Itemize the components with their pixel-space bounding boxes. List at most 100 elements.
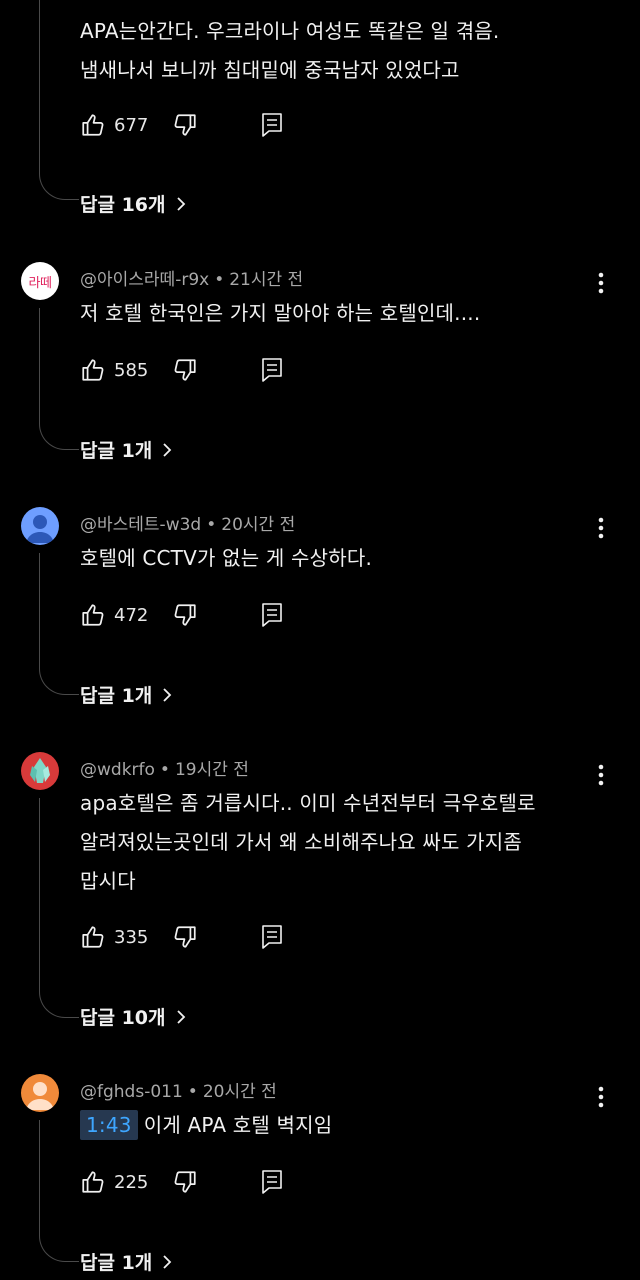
comment-item: APA는안간다. 우크라이나 여성도 똑같은 일 겪음. 냄새나서 보니까 침대…	[0, 0, 640, 230]
thumb-down-icon	[174, 926, 196, 948]
timestamp-link[interactable]: 1:43	[80, 1110, 138, 1140]
view-replies-button[interactable]: 답글 16개	[80, 190, 186, 217]
comment-actions: 335	[80, 922, 284, 952]
dislike-button[interactable]	[172, 924, 198, 950]
like-button[interactable]: 585	[80, 357, 148, 383]
comment-line: apa호텔은 좀 거릅시다.. 이미 수년전부터 극우호텔로	[80, 791, 536, 815]
comment-line: 냄새나서 보니까 침대밑에 중국남자 있었다고	[80, 58, 460, 82]
reply-comment-icon	[262, 1170, 283, 1194]
comment-time: 20시간 전	[221, 515, 296, 535]
avatar[interactable]	[21, 752, 59, 790]
like-count: 677	[114, 114, 149, 136]
more-vert-icon	[598, 272, 604, 294]
comment-time: 19시간 전	[174, 760, 249, 780]
separator-dot: •	[187, 1082, 198, 1102]
comment-text: APA는안간다. 우크라이나 여성도 똑같은 일 겪음. 냄새나서 보니까 침대…	[80, 12, 580, 90]
dislike-button[interactable]	[172, 112, 198, 138]
reply-button[interactable]	[260, 924, 284, 950]
more-vert-icon	[598, 1086, 604, 1108]
replies-label: 답글 1개	[80, 685, 153, 707]
comment-line: 알려져있는곳인데 가서 왜 소비해주나요 싸도 가지좀	[80, 830, 522, 854]
view-replies-button[interactable]: 답글 1개	[80, 436, 172, 463]
thumb-up-icon	[82, 114, 104, 136]
like-count: 335	[114, 926, 149, 948]
dislike-button[interactable]	[172, 602, 198, 628]
comment-line: 호텔에 CCTV가 없는 게 수상하다.	[80, 546, 373, 570]
reply-button[interactable]	[260, 602, 284, 628]
thumb-up-icon	[82, 926, 104, 948]
view-replies-button[interactable]: 답글 1개	[80, 681, 172, 708]
thumb-down-icon	[174, 1171, 196, 1193]
view-replies-button[interactable]: 답글 10개	[80, 1003, 186, 1030]
reply-comment-icon	[262, 603, 283, 627]
dislike-button[interactable]	[172, 1169, 198, 1195]
chevron-right-icon	[176, 196, 185, 211]
like-button[interactable]: 335	[80, 924, 148, 950]
like-button[interactable]: 225	[80, 1169, 148, 1195]
reply-comment-icon	[262, 358, 283, 382]
replies-label: 답글 16개	[80, 194, 166, 216]
like-count: 472	[114, 604, 149, 626]
comment-actions: 585	[80, 355, 284, 385]
default-user-icon	[26, 1082, 54, 1110]
comment-header: @wdkrfo • 19시간 전	[80, 755, 249, 780]
default-user-icon	[26, 515, 54, 543]
comment-text: 저 호텔 한국인은 가지 말아야 하는 호텔인데....	[80, 294, 580, 333]
chevron-right-icon	[163, 1254, 172, 1269]
comment-text: 호텔에 CCTV가 없는 게 수상하다.	[80, 539, 580, 578]
author-name[interactable]: @바스테트-w3d	[80, 515, 201, 535]
chevron-right-icon	[163, 442, 172, 457]
reply-button[interactable]	[260, 357, 284, 383]
thumb-up-icon	[82, 604, 104, 626]
crystal-avatar-icon	[30, 758, 50, 783]
replies-label: 답글 10개	[80, 1007, 166, 1029]
comment-menu-button[interactable]	[590, 513, 612, 543]
thumb-down-icon	[174, 114, 196, 136]
thumb-up-icon	[82, 359, 104, 381]
avatar[interactable]: 라떼	[21, 262, 59, 300]
comment-menu-button[interactable]	[590, 1082, 612, 1112]
comment-item: @바스테트-w3d • 20시간 전 호텔에 CCTV가 없는 게 수상하다. 47…	[0, 507, 640, 727]
comment-actions: 225	[80, 1167, 284, 1197]
comment-item: @fghds-011 • 20시간 전 1:43 이게 APA 호텔 벽지임 225 …	[0, 1074, 640, 1280]
reply-comment-icon	[262, 925, 283, 949]
comment-time: 20시간 전	[202, 1082, 277, 1102]
comment-header: @fghds-011 • 20시간 전	[80, 1077, 277, 1102]
comment-menu-button[interactable]	[590, 760, 612, 790]
reply-button[interactable]	[260, 112, 284, 138]
more-vert-icon	[598, 517, 604, 539]
comment-item: 라떼 @아이스라떼-r9x • 21시간 전 저 호텔 한국인은 가지 말아야 하는…	[0, 262, 640, 482]
like-count: 585	[114, 359, 149, 381]
comment-line: 이게 APA 호텔 벽지임	[143, 1113, 333, 1137]
comment-menu-button[interactable]	[590, 268, 612, 298]
chevron-right-icon	[176, 1009, 185, 1024]
avatar[interactable]	[21, 507, 59, 545]
like-button[interactable]: 677	[80, 112, 148, 138]
thumb-down-icon	[174, 359, 196, 381]
thumb-up-icon	[82, 1171, 104, 1193]
comment-item: @wdkrfo • 19시간 전 apa호텔은 좀 거릅시다.. 이미 수년전부터 …	[0, 752, 640, 1052]
replies-label: 답글 1개	[80, 440, 153, 462]
like-button[interactable]: 472	[80, 602, 148, 628]
comment-text: apa호텔은 좀 거릅시다.. 이미 수년전부터 극우호텔로 알려져있는곳인데 …	[80, 784, 580, 901]
comment-actions: 472	[80, 600, 284, 630]
separator-dot: •	[214, 270, 225, 290]
reply-comment-icon	[262, 113, 283, 137]
chevron-right-icon	[163, 687, 172, 702]
comment-header: @아이스라떼-r9x • 21시간 전	[80, 265, 303, 290]
comment-line: 맙시다	[80, 869, 136, 893]
more-vert-icon	[598, 764, 604, 786]
replies-label: 답글 1개	[80, 1252, 153, 1274]
comment-line: APA는안간다. 우크라이나 여성도 똑같은 일 겪음.	[80, 19, 500, 43]
author-name[interactable]: @아이스라떼-r9x	[80, 270, 209, 290]
separator-dot: •	[206, 515, 217, 535]
comment-text: 1:43 이게 APA 호텔 벽지임	[80, 1106, 580, 1145]
view-replies-button[interactable]: 답글 1개	[80, 1248, 172, 1275]
comment-actions: 677	[80, 110, 284, 140]
dislike-button[interactable]	[172, 357, 198, 383]
avatar[interactable]	[21, 1074, 59, 1112]
author-name[interactable]: @fghds-011	[80, 1082, 183, 1102]
author-name[interactable]: @wdkrfo	[80, 760, 155, 780]
reply-button[interactable]	[260, 1169, 284, 1195]
thumb-down-icon	[174, 604, 196, 626]
